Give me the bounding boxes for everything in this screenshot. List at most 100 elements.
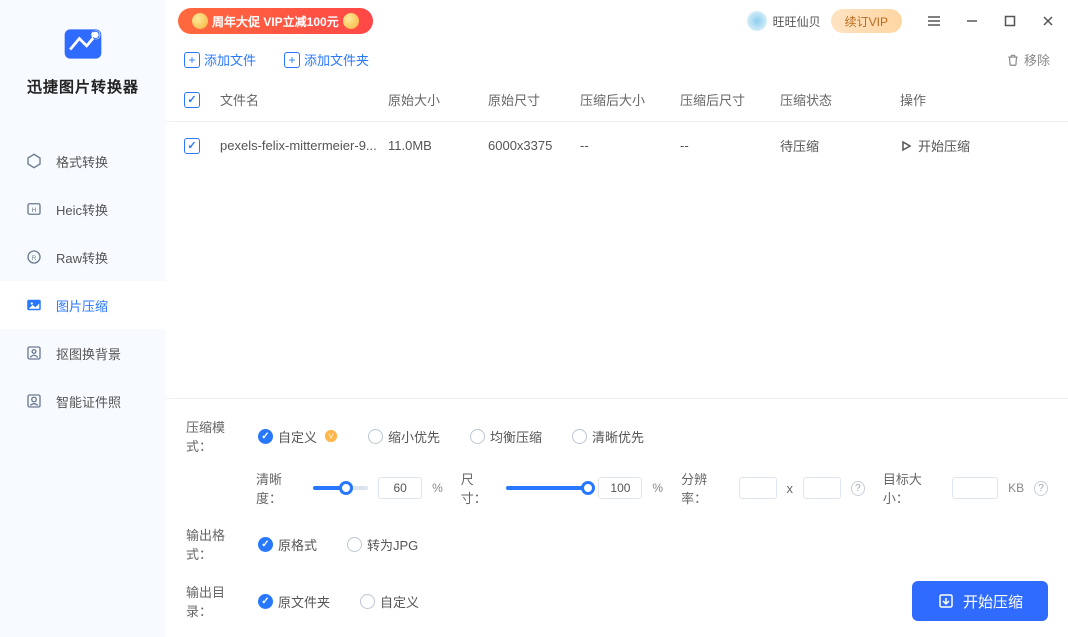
mode-custom-radio[interactable]: 自定义V — [258, 427, 338, 446]
avatar-icon — [747, 11, 767, 31]
cutout-icon — [24, 343, 44, 363]
app-logo — [61, 22, 105, 66]
cell-orig-size: 11.0MB — [388, 138, 488, 153]
resolution-w-input[interactable] — [739, 477, 777, 499]
row-action-label: 开始压缩 — [918, 136, 970, 155]
sidebar-item-idphoto[interactable]: 智能证件照 — [0, 377, 166, 425]
sidebar-item-label: Heic转换 — [56, 200, 108, 219]
user-chip[interactable]: 旺旺仙贝 — [747, 11, 821, 31]
minimize-icon[interactable] — [964, 13, 980, 29]
output-format-row: 输出格式： 原格式 转为JPG — [186, 525, 1048, 563]
settings-panel: 压缩模式： 自定义V 缩小优先 均衡压缩 清晰优先 清晰度： % 尺寸： % 分… — [166, 398, 1068, 637]
close-icon[interactable] — [1040, 13, 1056, 29]
th-action: 操作 — [900, 90, 1050, 109]
titlebar: 周年大促 VIP立减100元 旺旺仙贝 续订VIP — [166, 0, 1068, 42]
menu-icon[interactable] — [926, 13, 942, 29]
mode-params-row: 清晰度： % 尺寸： % 分辨率： x ? 目标大小： KB ? — [256, 469, 1048, 507]
th-comp-size: 压缩后大小 — [580, 90, 680, 109]
plus-icon: + — [184, 52, 200, 68]
start-compress-button[interactable]: 开始压缩 — [912, 581, 1048, 621]
svg-text:V: V — [329, 434, 334, 441]
sidebar-item-raw[interactable]: R Raw转换 — [0, 233, 166, 281]
sidebar-item-heic[interactable]: H Heic转换 — [0, 185, 166, 233]
add-folder-label: 添加文件夹 — [304, 50, 369, 69]
resolution-sep: x — [787, 481, 794, 496]
sidebar-item-bg[interactable]: 抠图换背景 — [0, 329, 166, 377]
row-start-button[interactable]: 开始压缩 — [900, 136, 1050, 155]
add-folder-button[interactable]: + 添加文件夹 — [284, 50, 369, 69]
fmt-orig-radio[interactable]: 原格式 — [258, 535, 317, 554]
help-icon[interactable]: ? — [1034, 481, 1048, 496]
table-row: pexels-felix-mittermeier-9... 11.0MB 600… — [166, 122, 1068, 169]
table-header: 文件名 原始大小 原始尺寸 压缩后大小 压缩后尺寸 压缩状态 操作 — [166, 78, 1068, 122]
remove-button[interactable]: 移除 — [1006, 50, 1050, 69]
mode-quality-radio[interactable]: 清晰优先 — [572, 427, 644, 446]
sidebar-item-format[interactable]: 格式转换 — [0, 137, 166, 185]
fmt-jpg-radio[interactable]: 转为JPG — [347, 535, 418, 554]
sidebar-item-compress[interactable]: 图片压缩 — [0, 281, 166, 329]
play-icon — [900, 140, 912, 152]
app-title: 迅捷图片转换器 — [27, 76, 139, 97]
svg-text:H: H — [32, 207, 37, 214]
mode-label: 压缩模式： — [186, 417, 246, 455]
cell-status: 待压缩 — [780, 136, 900, 155]
output-dir-row: 输出目录： 原文件夹 自定义 开始压缩 — [186, 581, 1048, 621]
vip-button[interactable]: 续订VIP — [831, 9, 902, 33]
mode-shrink-radio[interactable]: 缩小优先 — [368, 427, 440, 446]
size-label: 尺寸： — [461, 469, 497, 507]
plus-icon: + — [284, 52, 300, 68]
mode-balance-radio[interactable]: 均衡压缩 — [470, 427, 542, 446]
image-icon — [24, 295, 44, 315]
hexagon-icon — [24, 151, 44, 171]
size-slider[interactable] — [506, 486, 588, 490]
compress-mode-row: 压缩模式： 自定义V 缩小优先 均衡压缩 清晰优先 — [186, 417, 1048, 455]
th-name: 文件名 — [220, 90, 388, 109]
svg-text:R: R — [32, 256, 37, 262]
resolution-label: 分辨率： — [681, 469, 728, 507]
dir-custom-radio[interactable]: 自定义 — [360, 592, 419, 611]
sidebar-item-label: 抠图换背景 — [56, 344, 121, 363]
export-icon — [937, 592, 955, 610]
resolution-h-input[interactable] — [803, 477, 841, 499]
sidebar-item-label: 格式转换 — [56, 152, 108, 171]
target-unit: KB — [1008, 481, 1024, 495]
clarity-input[interactable] — [378, 477, 422, 499]
trash-icon — [1006, 53, 1020, 67]
start-btn-label: 开始压缩 — [963, 591, 1023, 612]
main-panel: 周年大促 VIP立减100元 旺旺仙贝 续订VIP + 添加文件 + — [166, 0, 1068, 637]
username: 旺旺仙贝 — [773, 13, 821, 30]
target-size-input[interactable] — [952, 477, 998, 499]
maximize-icon[interactable] — [1002, 13, 1018, 29]
heic-icon: H — [24, 199, 44, 219]
promo-banner[interactable]: 周年大促 VIP立减100元 — [178, 8, 373, 34]
add-file-button[interactable]: + 添加文件 — [184, 50, 256, 69]
clarity-label: 清晰度： — [256, 469, 303, 507]
row-checkbox[interactable] — [184, 138, 200, 154]
size-input[interactable] — [598, 477, 642, 499]
add-file-label: 添加文件 — [204, 50, 256, 69]
raw-icon: R — [24, 247, 44, 267]
sidebar-item-label: 图片压缩 — [56, 296, 108, 315]
clarity-slider[interactable] — [313, 486, 368, 490]
th-status: 压缩状态 — [780, 90, 900, 109]
window-controls — [926, 13, 1056, 29]
target-label: 目标大小： — [883, 469, 942, 507]
coin-icon — [192, 13, 208, 29]
cell-comp-size: -- — [580, 138, 680, 153]
remove-label: 移除 — [1024, 50, 1050, 69]
cell-orig-dim: 6000x3375 — [488, 138, 580, 153]
coin-icon — [343, 13, 359, 29]
help-icon[interactable]: ? — [851, 481, 865, 496]
vip-badge-icon: V — [324, 429, 338, 443]
th-comp-dim: 压缩后尺寸 — [680, 90, 780, 109]
dir-orig-radio[interactable]: 原文件夹 — [258, 592, 330, 611]
toolbar: + 添加文件 + 添加文件夹 移除 — [166, 42, 1068, 78]
select-all-checkbox[interactable] — [184, 92, 200, 108]
sidebar-item-label: 智能证件照 — [56, 392, 121, 411]
idphoto-icon — [24, 391, 44, 411]
dir-label: 输出目录： — [186, 582, 246, 620]
nav-list: 格式转换 H Heic转换 R Raw转换 图片压缩 抠图换背景 智能证件照 — [0, 137, 166, 425]
fmt-label: 输出格式： — [186, 525, 246, 563]
sidebar-item-label: Raw转换 — [56, 248, 108, 267]
cell-comp-dim: -- — [680, 138, 780, 153]
